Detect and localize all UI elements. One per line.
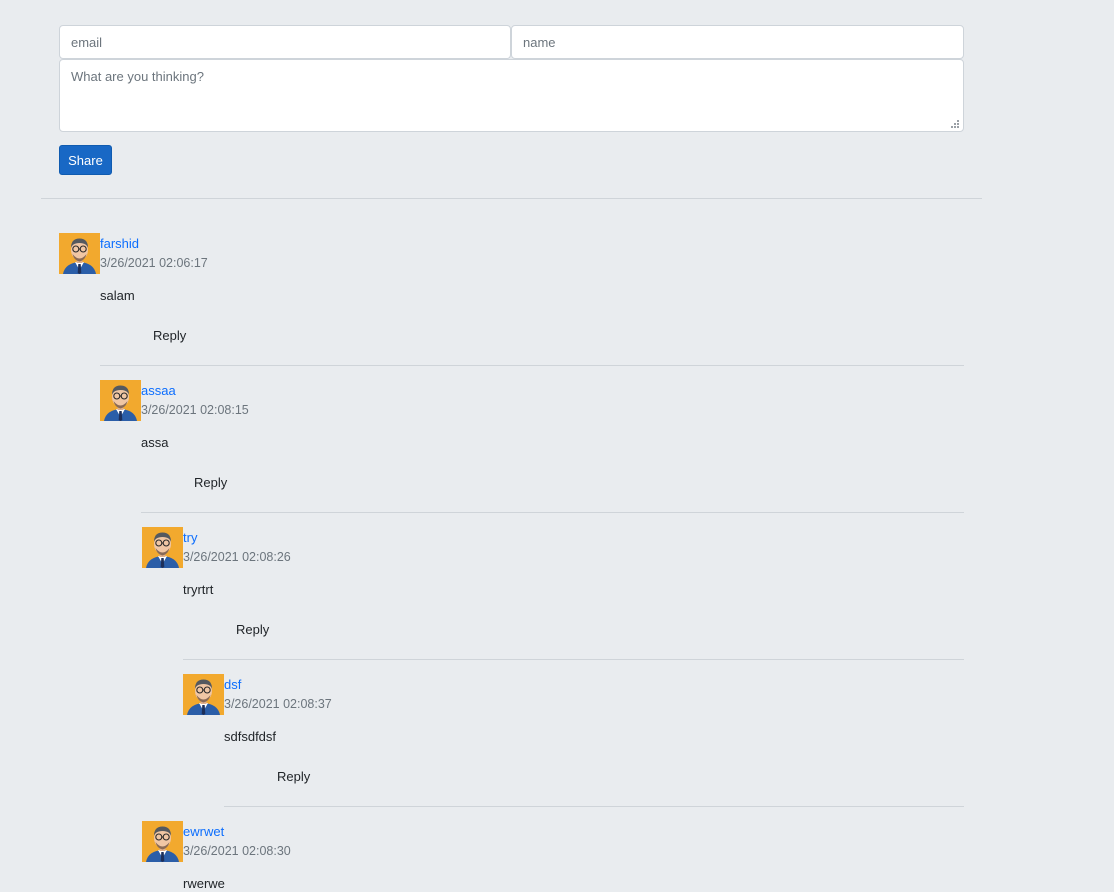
comment-date: 3/26/2021 02:08:30 — [183, 844, 291, 858]
comment-divider — [141, 512, 964, 513]
comment-author[interactable]: assaa — [141, 383, 176, 399]
resize-handle-icon[interactable] — [950, 119, 960, 129]
comment-date: 3/26/2021 02:08:26 — [183, 550, 291, 564]
message-textarea[interactable] — [59, 59, 964, 132]
comment-text: assa — [141, 435, 169, 450]
comment-divider — [224, 806, 964, 807]
comment-author[interactable]: dsf — [224, 677, 241, 693]
comment-author[interactable]: try — [183, 530, 197, 546]
comment-author[interactable]: farshid — [100, 236, 139, 252]
share-button[interactable]: Share — [59, 145, 112, 175]
user-avatar-icon — [100, 380, 141, 421]
comment-text: tryrtrt — [183, 582, 214, 597]
comment-date: 3/26/2021 02:08:37 — [224, 697, 332, 711]
comment-divider — [100, 365, 964, 366]
comment-author[interactable]: ewrwet — [183, 824, 224, 840]
comment-date: 3/26/2021 02:06:17 — [100, 256, 208, 270]
reply-button[interactable]: Reply — [153, 328, 186, 344]
name-input[interactable] — [511, 25, 964, 59]
comment-divider — [183, 659, 964, 660]
user-avatar-icon — [142, 527, 183, 568]
avatar — [59, 233, 100, 274]
avatar — [183, 674, 224, 715]
avatar — [100, 380, 141, 421]
comment-text: rwerwe — [183, 876, 225, 891]
user-avatar-icon — [59, 233, 100, 274]
user-avatar-icon — [183, 674, 224, 715]
comment-text: salam — [100, 288, 135, 303]
reply-button[interactable]: Reply — [194, 475, 227, 491]
reply-button[interactable]: Reply — [277, 769, 310, 785]
email-input[interactable] — [59, 25, 511, 59]
comment-text: sdfsdfdsf — [224, 729, 277, 744]
comment-date: 3/26/2021 02:08:15 — [141, 403, 249, 417]
user-avatar-icon — [142, 821, 183, 862]
avatar — [142, 527, 183, 568]
avatar — [142, 821, 183, 862]
reply-button[interactable]: Reply — [236, 622, 269, 638]
form-divider — [41, 198, 982, 199]
